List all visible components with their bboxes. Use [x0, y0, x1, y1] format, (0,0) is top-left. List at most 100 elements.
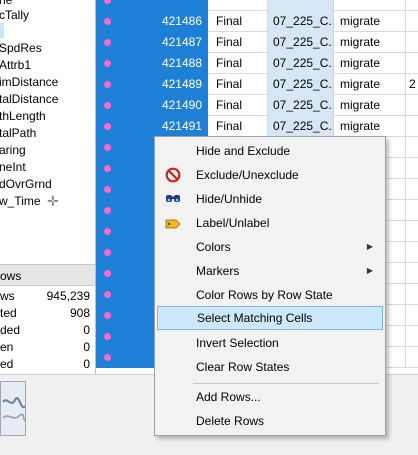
- table-row[interactable]: 421488 Final 07_225_C... migrate: [96, 53, 418, 74]
- column-item[interactable]: talPath: [0, 125, 36, 142]
- row-marker-icon: [104, 207, 111, 214]
- type-cell[interactable]: migrate: [334, 53, 406, 74]
- column-item[interactable]: dOvrGrnd: [0, 176, 52, 193]
- column-item[interactable]: thLength: [0, 108, 46, 125]
- column-item[interactable]: talDistance: [0, 91, 58, 108]
- extra-cell[interactable]: [407, 284, 418, 305]
- status-cell[interactable]: Final: [210, 74, 268, 95]
- table-row[interactable]: 421489 Final 07_225_C... migrate 2: [96, 74, 418, 95]
- row-id-cell[interactable]: 421487: [96, 32, 208, 53]
- type-cell[interactable]: migrate: [334, 74, 406, 95]
- column-name: aring: [0, 143, 26, 157]
- column-name: imDistance: [0, 75, 59, 89]
- type-cell[interactable]: [334, 0, 406, 11]
- code-cell[interactable]: 07_225_C...: [268, 11, 334, 32]
- extra-cell[interactable]: [407, 326, 418, 347]
- type-cell[interactable]: migrate: [334, 95, 406, 116]
- extra-cell[interactable]: [407, 347, 418, 368]
- menu-item-label: Add Rows...: [196, 390, 261, 404]
- code-cell[interactable]: 07_225_C...: [268, 74, 334, 95]
- extra-cell[interactable]: [407, 200, 418, 221]
- extra-cell[interactable]: [407, 263, 418, 284]
- status-cell[interactable]: [210, 0, 268, 11]
- column-name: Attrb1: [0, 58, 32, 72]
- table-row[interactable]: [96, 0, 418, 11]
- code-cell[interactable]: [268, 0, 334, 11]
- column-item-selected[interactable]: [0, 23, 4, 40]
- row-marker-icon: [104, 39, 111, 46]
- rows-stat: ted 908: [0, 305, 92, 322]
- extra-cell[interactable]: [407, 53, 418, 74]
- menu-item-markers[interactable]: Markers ▶: [157, 259, 383, 283]
- extra-cell[interactable]: [407, 242, 418, 263]
- type-cell[interactable]: migrate: [334, 32, 406, 53]
- column-item[interactable]: cTally: [0, 7, 29, 24]
- status-cell[interactable]: Final: [210, 53, 268, 74]
- row-marker-icon: [104, 291, 111, 298]
- rows-stat-value: 0: [83, 323, 90, 337]
- submenu-arrow-icon: ▶: [366, 242, 373, 251]
- code-cell[interactable]: 07_225_C...: [268, 53, 334, 74]
- column-item[interactable]: w_Time ✛: [0, 193, 69, 210]
- extra-cell[interactable]: [407, 179, 418, 200]
- extra-cell[interactable]: [407, 158, 418, 179]
- extra-cell[interactable]: [407, 221, 418, 242]
- crosshair-icon: ✛: [47, 193, 59, 209]
- row-marker-icon: [104, 60, 111, 67]
- table-row[interactable]: 421490 Final 07_225_C... migrate: [96, 95, 418, 116]
- rows-stat: en 0: [0, 339, 92, 356]
- extra-cell[interactable]: [407, 11, 418, 32]
- extra-cell[interactable]: [407, 137, 418, 158]
- extra-cell[interactable]: [407, 95, 418, 116]
- menu-item-label-unlabel[interactable]: Label/Unlabel: [157, 211, 383, 235]
- row-marker-icon: [104, 144, 111, 151]
- row-id-cell[interactable]: 421491: [96, 116, 208, 137]
- graph-thumbnail[interactable]: [0, 381, 26, 436]
- table-row[interactable]: 421486 Final 07_225_C... migrate: [96, 11, 418, 32]
- row-id-cell[interactable]: 421488: [96, 53, 208, 74]
- menu-item-hide-and-exclude[interactable]: Hide and Exclude: [157, 139, 383, 163]
- type-cell[interactable]: migrate: [334, 116, 406, 137]
- column-item[interactable]: Attrb1: [0, 57, 31, 74]
- extra-cell[interactable]: 2: [407, 74, 418, 95]
- column-item[interactable]: SpdRes: [0, 40, 42, 57]
- status-cell[interactable]: Final: [210, 116, 268, 137]
- menu-item-select-matching-cells[interactable]: Select Matching Cells: [157, 306, 383, 330]
- status-cell[interactable]: Final: [210, 95, 268, 116]
- menu-item-add-rows[interactable]: Add Rows...: [157, 385, 383, 409]
- status-cell[interactable]: Final: [210, 32, 268, 53]
- menu-item-label: Label/Unlabel: [196, 216, 270, 230]
- menu-item-color-rows-by-row-state[interactable]: Color Rows by Row State: [157, 283, 383, 307]
- code-cell[interactable]: 07_225_C...: [268, 95, 334, 116]
- menu-item-invert-selection[interactable]: Invert Selection: [157, 331, 383, 355]
- table-row[interactable]: 421487 Final 07_225_C... migrate: [96, 32, 418, 53]
- column-name: neInt: [0, 160, 26, 174]
- column-item[interactable]: aring: [0, 142, 26, 159]
- menu-item-hide-unhide[interactable]: Hide/Unhide: [157, 187, 383, 211]
- column-name: ne: [0, 0, 13, 7]
- menu-item-exclude-unexclude[interactable]: Exclude/Unexclude: [157, 163, 383, 187]
- rows-stat-label: ded: [0, 323, 21, 337]
- column-item[interactable]: neInt: [0, 159, 26, 176]
- column-item[interactable]: imDistance: [0, 74, 58, 91]
- exclude-icon: [165, 167, 181, 183]
- row-id-cell[interactable]: [96, 0, 208, 11]
- menu-item-label: Hide/Unhide: [196, 192, 263, 206]
- type-cell[interactable]: migrate: [334, 11, 406, 32]
- extra-cell[interactable]: [407, 305, 418, 326]
- menu-item-delete-rows[interactable]: Delete Rows: [157, 409, 383, 433]
- row-id-cell[interactable]: 421490: [96, 95, 208, 116]
- submenu-arrow-icon: ▶: [366, 266, 373, 275]
- row-id-cell[interactable]: 421486: [96, 11, 208, 32]
- menu-item-clear-row-states[interactable]: Clear Row States: [157, 355, 383, 379]
- extra-cell[interactable]: [407, 0, 418, 11]
- table-row[interactable]: 421491 Final 07_225_C... migrate: [96, 116, 418, 137]
- code-cell[interactable]: 07_225_C...: [268, 116, 334, 137]
- row-id-cell[interactable]: 421489: [96, 74, 208, 95]
- menu-item-colors[interactable]: Colors ▶: [157, 235, 383, 259]
- extra-cell[interactable]: [407, 32, 418, 53]
- code-cell[interactable]: 07_225_C...: [268, 32, 334, 53]
- extra-cell[interactable]: [407, 116, 418, 137]
- status-cell[interactable]: Final: [210, 11, 268, 32]
- rows-panel-header[interactable]: ows: [0, 264, 95, 286]
